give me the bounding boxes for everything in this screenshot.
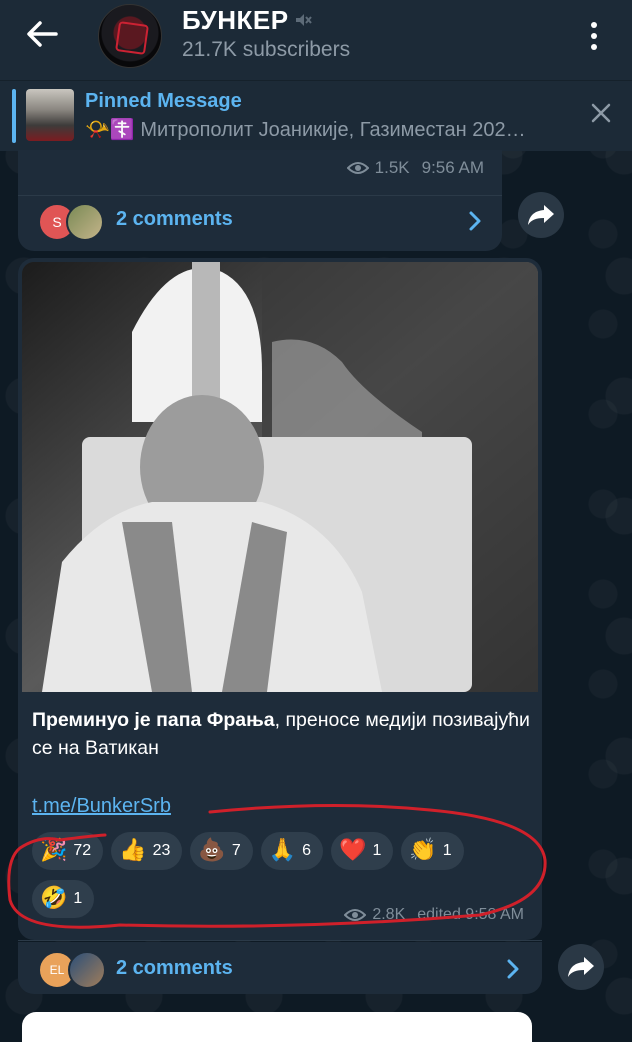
share-button[interactable] [518, 192, 564, 238]
reaction-chip[interactable]: 🤣 1 [32, 880, 95, 918]
post-bubble: Преминуо је папа Фрања, преносе медији п… [18, 258, 542, 941]
reaction-chip[interactable]: 🎉 72 [32, 832, 104, 870]
reaction-count: 1 [73, 890, 83, 907]
reaction-count: 1 [372, 842, 382, 859]
pinned-message-bar[interactable]: Pinned Message 📯☦️ Митрополит Јоаникије,… [0, 80, 632, 151]
reaction-chip[interactable]: 🙏 6 [260, 832, 324, 870]
reaction-emoji: 👏 [409, 838, 437, 863]
reaction-count: 23 [152, 842, 171, 859]
previous-post-bubble: 1.5K 9:56 AM S 2 comments [18, 150, 502, 251]
views-icon [344, 909, 367, 921]
post-comments-label: 2 comments [116, 957, 233, 979]
reaction-emoji: 👍 [119, 838, 147, 863]
reaction-emoji: 🤣 [40, 886, 68, 911]
post-comments-row[interactable]: EL 2 comments [18, 942, 542, 994]
share-arrow-icon [568, 957, 594, 977]
views-icon [346, 162, 369, 174]
reaction-count: 1 [442, 842, 452, 859]
post-edited-time: edited 9:58 AM [417, 906, 524, 923]
more-menu-icon[interactable] [586, 18, 602, 54]
previous-comments-row[interactable]: S 2 comments [18, 198, 502, 250]
channel-avatar[interactable] [98, 4, 162, 68]
reaction-emoji: ❤️ [339, 838, 367, 863]
share-button[interactable] [558, 944, 604, 990]
post-caption-bold: Преминуо је папа Фрања [32, 709, 275, 731]
post-link[interactable]: t.me/BunkerSrb [32, 795, 171, 818]
chevron-right-icon [469, 211, 481, 231]
post-views: 2.8K [372, 906, 406, 923]
reaction-chip[interactable]: 👍 23 [111, 832, 183, 870]
close-pinned-icon[interactable] [588, 100, 614, 126]
share-arrow-icon [528, 205, 554, 225]
reaction-chip[interactable]: ❤️ 1 [331, 832, 394, 870]
previous-comments-label: 2 comments [116, 208, 233, 230]
post-meta: 2.8K edited 9:58 AM [344, 906, 524, 924]
muted-icon [296, 14, 312, 26]
reaction-chip[interactable]: 👏 1 [401, 832, 464, 870]
pinned-thumbnail [26, 89, 74, 141]
subscriber-count: 21.7K subscribers [182, 38, 351, 61]
commenter-avatar-photo [68, 951, 106, 989]
pinned-title: Pinned Message [85, 90, 242, 112]
commenter-avatar-letter: S [52, 214, 62, 230]
previous-post-meta: 1.5K 9:56 AM [346, 158, 484, 178]
previous-post-time: 9:56 AM [421, 158, 484, 177]
pinned-text: 📯☦️ Митрополит Јоаникије, Газиместан 202… [85, 119, 526, 141]
channel-title[interactable]: БУНКЕР [182, 5, 289, 36]
reaction-chip[interactable]: 💩 7 [190, 832, 253, 870]
pope-photo-illustration [22, 262, 538, 692]
reaction-emoji: 🙏 [268, 838, 297, 863]
post-photo[interactable] [22, 262, 538, 692]
reaction-emoji: 💩 [198, 838, 226, 863]
commenter-avatar-photo [66, 203, 104, 241]
post-caption: Преминуо је папа Фрања, преносе медији п… [32, 706, 532, 762]
reaction-count: 6 [302, 842, 312, 859]
pinned-indicator [12, 89, 16, 143]
reaction-emoji: 🎉 [40, 838, 68, 863]
back-arrow-icon[interactable] [22, 16, 66, 52]
next-message-bubble [22, 1012, 532, 1042]
previous-post-views: 1.5K [374, 158, 410, 177]
channel-header: БУНКЕР 21.7K subscribers [0, 0, 632, 80]
commenter-avatar-letters: EL [49, 963, 65, 977]
reaction-count: 72 [73, 842, 92, 859]
reaction-count: 7 [231, 842, 241, 859]
chevron-right-icon [507, 959, 519, 979]
